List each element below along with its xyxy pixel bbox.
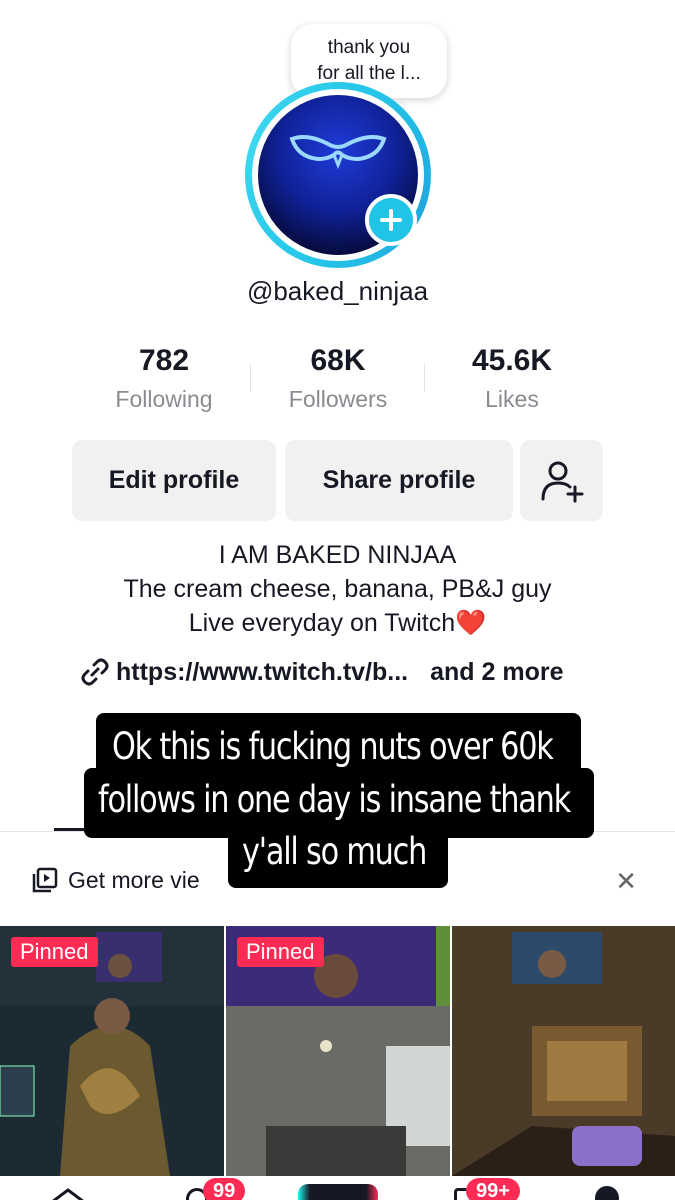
heart-icon: ❤️ [455,609,487,637]
playlist-icon [32,867,58,893]
close-icon[interactable]: ✕ [615,866,637,897]
friends-badge: 99 [203,1178,246,1200]
username: @baked_ninjaa [246,276,429,306]
create-button[interactable] [298,1184,378,1200]
profile-icon[interactable] [595,1186,619,1200]
pinned-badge: Pinned [237,937,324,967]
pinned-badge: Pinned [11,937,98,967]
status-note-line1: thank you [327,37,411,58]
plus-icon [380,209,402,231]
caption-line3: y'all so much [242,830,427,873]
following-label: Following [115,386,213,412]
bio-line2: The cream cheese, banana, PB&J guy [123,575,552,603]
followers-label: Followers [288,386,388,412]
stat-following[interactable]: 782 Following [79,342,249,418]
likes-count: 45.6K [471,344,553,377]
video-thumbnail-image [452,926,675,1176]
stat-divider [424,364,425,392]
bio-line3: Live everyday on Twitch❤️ [0,606,675,640]
followers-count: 68K [310,344,366,377]
bio-line3-text: Live everyday on Twitch [188,609,456,637]
video-grid: Pinned Pinned [0,926,675,1176]
following-count: 782 [138,344,190,377]
home-icon[interactable] [48,1188,88,1200]
share-profile-button[interactable]: Share profile [285,440,513,521]
bio-links: https://www.twitch.tv/b... and 2 more [80,655,600,689]
video-thumbnail[interactable] [452,926,675,1176]
add-story-button[interactable] [365,194,417,246]
playlist-promo-text: Get more vie [68,866,200,893]
twitch-link[interactable]: https://www.twitch.tv/b... [116,658,408,687]
bio-line1: I AM BAKED NINJAA [218,541,457,569]
bottom-nav: 99 99+ [0,1176,675,1200]
video-thumbnail[interactable]: Pinned [0,926,224,1176]
add-person-icon [541,461,583,502]
edit-profile-label: Edit profile [108,466,240,494]
more-links[interactable]: and 2 more [430,658,563,687]
link-icon [81,658,109,686]
caption-line1: Ok this is fucking nuts over 60k [112,725,554,768]
inbox-badge: 99+ [466,1178,520,1200]
stat-likes[interactable]: 45.6K Likes [427,342,597,418]
stat-divider [250,364,251,392]
video-thumbnail[interactable]: Pinned [226,926,450,1176]
likes-label: Likes [485,386,539,412]
caption-line2: follows in one day is insane thank [98,778,571,821]
share-profile-label: Share profile [322,466,476,494]
avatar[interactable] [245,82,431,268]
edit-profile-button[interactable]: Edit profile [72,440,276,521]
profile-stats: 782 Following 68K Followers 45.6K Likes [0,342,675,422]
ninja-mask-icon [289,135,387,169]
add-friends-button[interactable] [520,440,603,521]
stat-followers[interactable]: 68K Followers [253,342,423,418]
